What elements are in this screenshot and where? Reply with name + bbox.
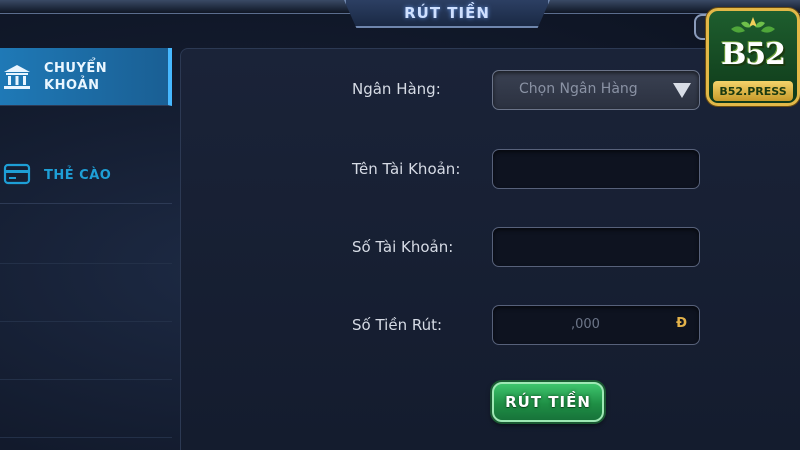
- bank-icon: [4, 65, 30, 89]
- amount-placeholder: ,000: [571, 317, 600, 332]
- window-title-tab: RÚT TIỀN: [344, 0, 550, 28]
- amount-input[interactable]: ,000 Đ: [492, 305, 700, 345]
- account-name-input[interactable]: [492, 149, 700, 189]
- sidebar-item-label: CHUYỂN KHOẢN: [44, 61, 108, 93]
- sidebar-empty-slot: [0, 322, 172, 380]
- bank-label: Ngân Hàng:: [352, 80, 441, 98]
- dropdown-arrow-icon[interactable]: [673, 83, 691, 98]
- withdraw-submit-label: RÚT TIỀN: [505, 393, 591, 411]
- account-number-label: Số Tài Khoản:: [352, 238, 454, 256]
- sidebar-empty-slot: [0, 264, 172, 322]
- sidebar-empty-slot: [0, 380, 172, 438]
- amount-label: Số Tiền Rút:: [352, 316, 443, 334]
- account-number-input[interactable]: [492, 227, 700, 267]
- sidebar-empty-slot: [0, 206, 172, 264]
- bank-select-placeholder: Chọn Ngân Hàng: [519, 81, 638, 97]
- logo-wordmark: B52: [720, 37, 786, 72]
- brand-logo: B52 B52.PRESS: [706, 8, 800, 106]
- sidebar-item-label: THẺ CÀO: [44, 168, 112, 183]
- currency-symbol: Đ: [676, 316, 687, 331]
- card-icon: [3, 163, 31, 185]
- withdraw-submit-button[interactable]: RÚT TIỀN: [492, 382, 604, 422]
- sidebar-item-scratch-card[interactable]: THẺ CÀO: [0, 148, 172, 204]
- laurel-crown-icon: [731, 17, 775, 33]
- account-name-label: Tên Tài Khoản:: [352, 160, 461, 178]
- withdraw-form-panel: [180, 48, 800, 450]
- logo-domain: B52.PRESS: [713, 81, 793, 101]
- sidebar-item-bank-transfer[interactable]: CHUYỂN KHOẢN: [0, 48, 172, 106]
- window-title: RÚT TIỀN: [404, 4, 490, 22]
- bank-select[interactable]: Chọn Ngân Hàng: [492, 70, 700, 110]
- sidebar: CHUYỂN KHOẢN THẺ CÀO: [0, 40, 172, 450]
